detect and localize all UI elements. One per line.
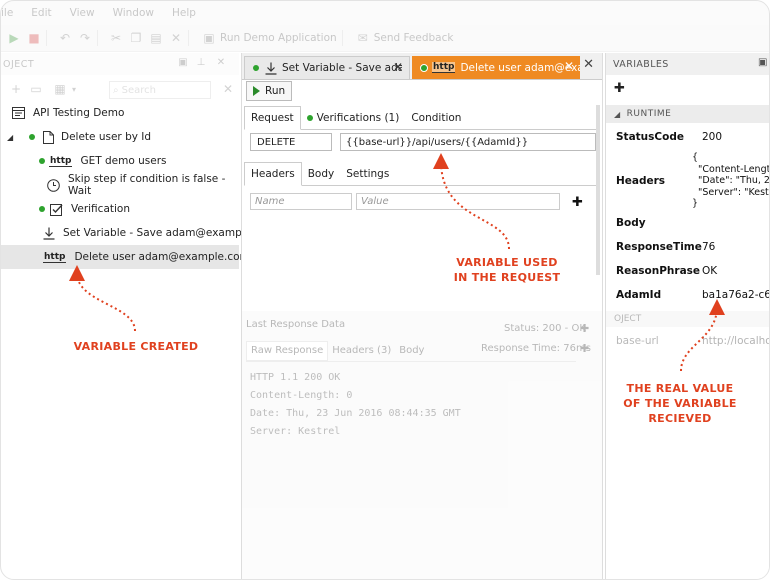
- annotation-variable-used: VARIABLE USED IN THE REQUEST: [441, 255, 573, 285]
- annotation-variable-created: VARIABLE CREATED: [63, 339, 209, 354]
- annotation-arrows: [69, 153, 725, 372]
- real-value-arrow: [680, 299, 725, 372]
- annotation-line: OF THE VARIABLE: [623, 397, 737, 410]
- app-window: ile Edit View Window Help ▶ ■ ↶ ↷ ✂ ❐ ▤ …: [0, 0, 770, 580]
- annotation-line: RECIEVED: [648, 412, 712, 425]
- annotation-line: IN THE REQUEST: [453, 271, 561, 284]
- annotation-real-value: THE REAL VALUE OF THE VARIABLE RECIEVED: [613, 381, 747, 426]
- variable-used-arrow: [433, 153, 510, 250]
- variable-created-arrow: [69, 265, 136, 332]
- annotation-line: VARIABLE CREATED: [73, 340, 199, 353]
- annotation-line: VARIABLE USED: [456, 256, 558, 269]
- annotation-line: THE REAL VALUE: [626, 382, 734, 395]
